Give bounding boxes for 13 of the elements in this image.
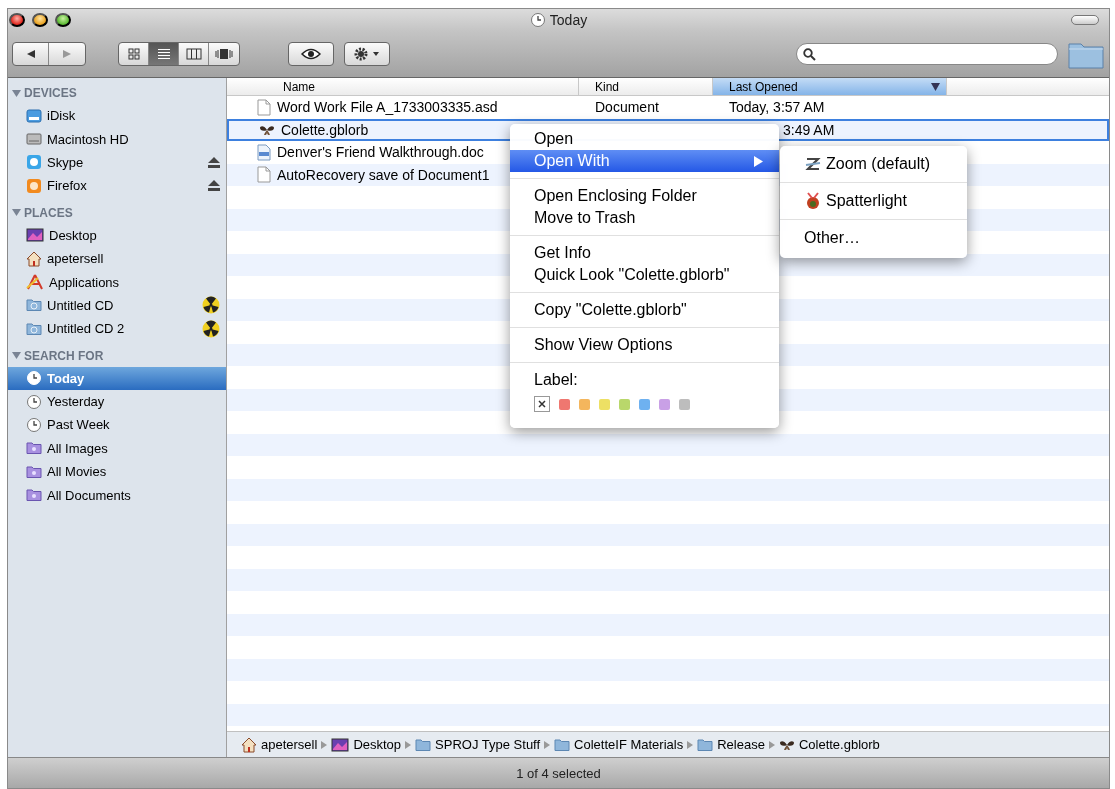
section-heading: PLACES: [24, 205, 73, 220]
table-cell-text: Today, 3:57 AM: [728, 99, 825, 116]
file-name: AutoRecovery save of Document1: [277, 166, 490, 183]
section-heading: SEARCH FOR: [24, 348, 104, 363]
file-name: Denver's Friend Walkthrough.doc: [277, 144, 484, 161]
window-title: Today: [549, 12, 588, 28]
table-cell-text: Document: [594, 99, 660, 116]
table-cell-text: 3:49 AM: [782, 121, 835, 138]
file-name: Colette.gblorb: [281, 121, 369, 138]
file-name: Word Work File A_1733003335.asd: [277, 99, 498, 116]
section-heading: DEVICES: [24, 86, 77, 100]
menu-label: Label:: [534, 371, 579, 389]
status-text: 1 of 4 selected: [516, 765, 601, 781]
